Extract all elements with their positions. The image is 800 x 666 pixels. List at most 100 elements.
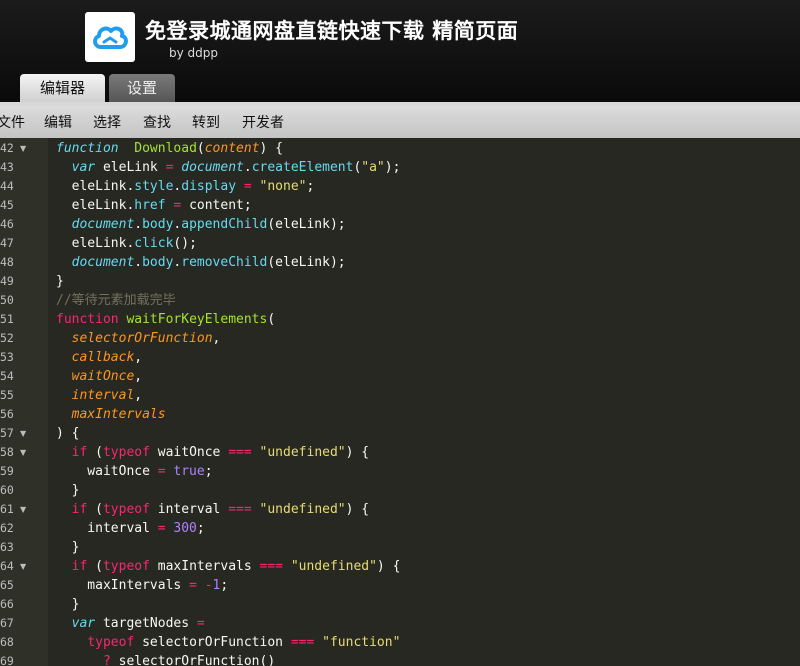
- page-subtitle: by ddpp: [169, 46, 219, 60]
- fold-toggle-icon[interactable]: ▼: [20, 139, 26, 158]
- code-text: //等待元素加载完毕: [56, 293, 176, 308]
- code-line[interactable]: 43 var eleLink = document.createElement(…: [0, 158, 800, 177]
- line-number: 62: [0, 521, 14, 535]
- line-number: 69: [0, 654, 14, 666]
- code-line[interactable]: 48 document.body.removeChild(eleLink);: [0, 253, 800, 272]
- code-text: maxIntervals = -1;: [56, 578, 229, 593]
- line-number: 60: [0, 483, 14, 497]
- code-text: eleLink.style.display = "none";: [56, 179, 315, 194]
- code-text: var eleLink = document.createElement("a"…: [71, 160, 401, 175]
- line-number: 56: [0, 407, 14, 421]
- code-text: interval,: [71, 388, 143, 403]
- code-text: }: [56, 540, 80, 555]
- code-line[interactable]: 59 waitOnce = true;: [0, 462, 800, 481]
- code-line[interactable]: 60 }: [0, 481, 800, 500]
- code-text: document.body.appendChild(eleLink);: [71, 217, 346, 232]
- menu-edit[interactable]: 编辑: [44, 112, 72, 132]
- line-number: 58: [0, 445, 14, 459]
- code-line[interactable]: 64 ▼ if (typeof maxIntervals === "undefin…: [0, 557, 800, 576]
- line-number: 44: [0, 179, 14, 193]
- code-line[interactable]: 61 ▼ if (typeof interval === "undefined")…: [0, 500, 800, 519]
- fold-toggle-icon[interactable]: ▼: [20, 557, 26, 576]
- code-text: ) {: [56, 426, 80, 441]
- line-number: 42: [0, 141, 14, 155]
- app-header: 免登录城通网盘直链快速下载 精简页面 by ddpp 编辑器 设置: [0, 0, 800, 102]
- code-line[interactable]: 67 var targetNodes =: [0, 614, 800, 633]
- code-text: typeof selectorOrFunction === "function": [87, 635, 401, 650]
- code-text: document.body.removeChild(eleLink);: [71, 255, 346, 270]
- line-number: 49: [0, 274, 14, 288]
- code-text: }: [56, 274, 64, 289]
- menu-find[interactable]: 查找: [143, 112, 171, 132]
- page-title: 免登录城通网盘直链快速下载 精简页面: [145, 19, 519, 43]
- code-line[interactable]: 55 interval,: [0, 386, 800, 405]
- cloud-logo-icon: [93, 26, 128, 49]
- code-text: if (typeof maxIntervals === "undefined")…: [71, 559, 401, 574]
- app-logo: [85, 12, 135, 62]
- code-line[interactable]: 62 interval = 300;: [0, 519, 800, 538]
- line-number: 67: [0, 616, 14, 630]
- code-text: ? selectorOrFunction(): [102, 654, 276, 666]
- line-number: 55: [0, 388, 14, 402]
- code-line[interactable]: 63 }: [0, 538, 800, 557]
- code-text: function waitForKeyElements(: [56, 312, 276, 327]
- line-number: 64: [0, 559, 14, 573]
- code-line[interactable]: 50 //等待元素加载完毕: [0, 291, 800, 310]
- code-text: eleLink.href = content;: [56, 198, 252, 213]
- menu-developer[interactable]: 开发者: [242, 112, 284, 132]
- code-text: function Download(content) {: [56, 141, 284, 156]
- code-line[interactable]: 66 }: [0, 595, 800, 614]
- code-text: }: [56, 597, 80, 612]
- code-line[interactable]: 65 maxIntervals = -1;: [0, 576, 800, 595]
- code-text: }: [56, 483, 80, 498]
- code-line[interactable]: 45 eleLink.href = content;: [0, 196, 800, 215]
- code-line[interactable]: 46 document.body.appendChild(eleLink);: [0, 215, 800, 234]
- tab-editor[interactable]: 编辑器: [20, 74, 105, 102]
- line-number: 46: [0, 217, 14, 231]
- line-number: 59: [0, 464, 14, 478]
- fold-toggle-icon[interactable]: ▼: [20, 424, 26, 443]
- line-number: 45: [0, 198, 14, 212]
- code-text: eleLink.click();: [56, 236, 197, 251]
- code-line[interactable]: 47 eleLink.click();: [0, 234, 800, 253]
- code-text: interval = 300;: [56, 521, 205, 536]
- code-line[interactable]: 44 eleLink.style.display = "none";: [0, 177, 800, 196]
- fold-toggle-icon[interactable]: ▼: [20, 500, 26, 519]
- line-number: 53: [0, 350, 14, 364]
- code-text: waitOnce,: [71, 369, 143, 384]
- code-text: if (typeof waitOnce === "undefined") {: [71, 445, 370, 460]
- line-number: 48: [0, 255, 14, 269]
- tab-settings[interactable]: 设置: [109, 74, 175, 102]
- code-text: if (typeof interval === "undefined") {: [71, 502, 370, 517]
- code-line[interactable]: 57 ▼ ) {: [0, 424, 800, 443]
- code-line[interactable]: 58 ▼ if (typeof waitOnce === "undefined")…: [0, 443, 800, 462]
- line-number: 66: [0, 597, 14, 611]
- line-number: 51: [0, 312, 14, 326]
- line-number: 61: [0, 502, 14, 516]
- menu-file[interactable]: 文件: [0, 112, 25, 132]
- code-editor[interactable]: 42 ▼ function Download(content) { 43 var el…: [0, 138, 800, 666]
- line-number: 43: [0, 160, 14, 174]
- code-line[interactable]: 54 waitOnce,: [0, 367, 800, 386]
- menu-bar: 文件 编辑 选择 查找 转到 开发者: [0, 102, 800, 138]
- line-number: 47: [0, 236, 14, 250]
- line-number: 57: [0, 426, 14, 440]
- line-number: 52: [0, 331, 14, 345]
- code-text: callback,: [71, 350, 143, 365]
- line-number: 65: [0, 578, 14, 592]
- code-text: var targetNodes =: [71, 616, 205, 631]
- code-line[interactable]: 52 selectorOrFunction,: [0, 329, 800, 348]
- code-line[interactable]: 56 maxIntervals: [0, 405, 800, 424]
- code-line[interactable]: 69 ? selectorOrFunction(): [0, 652, 800, 666]
- fold-toggle-icon[interactable]: ▼: [20, 443, 26, 462]
- code-line[interactable]: 42 ▼ function Download(content) {: [0, 139, 800, 158]
- code-text: selectorOrFunction,: [71, 331, 221, 346]
- code-line[interactable]: 68 typeof selectorOrFunction === "functi…: [0, 633, 800, 652]
- menu-goto[interactable]: 转到: [192, 112, 220, 132]
- code-line[interactable]: 53 callback,: [0, 348, 800, 367]
- code-line[interactable]: 49}: [0, 272, 800, 291]
- line-number: 54: [0, 369, 14, 383]
- line-number: 63: [0, 540, 14, 554]
- menu-select[interactable]: 选择: [93, 112, 121, 132]
- code-line[interactable]: 51 function waitForKeyElements(: [0, 310, 800, 329]
